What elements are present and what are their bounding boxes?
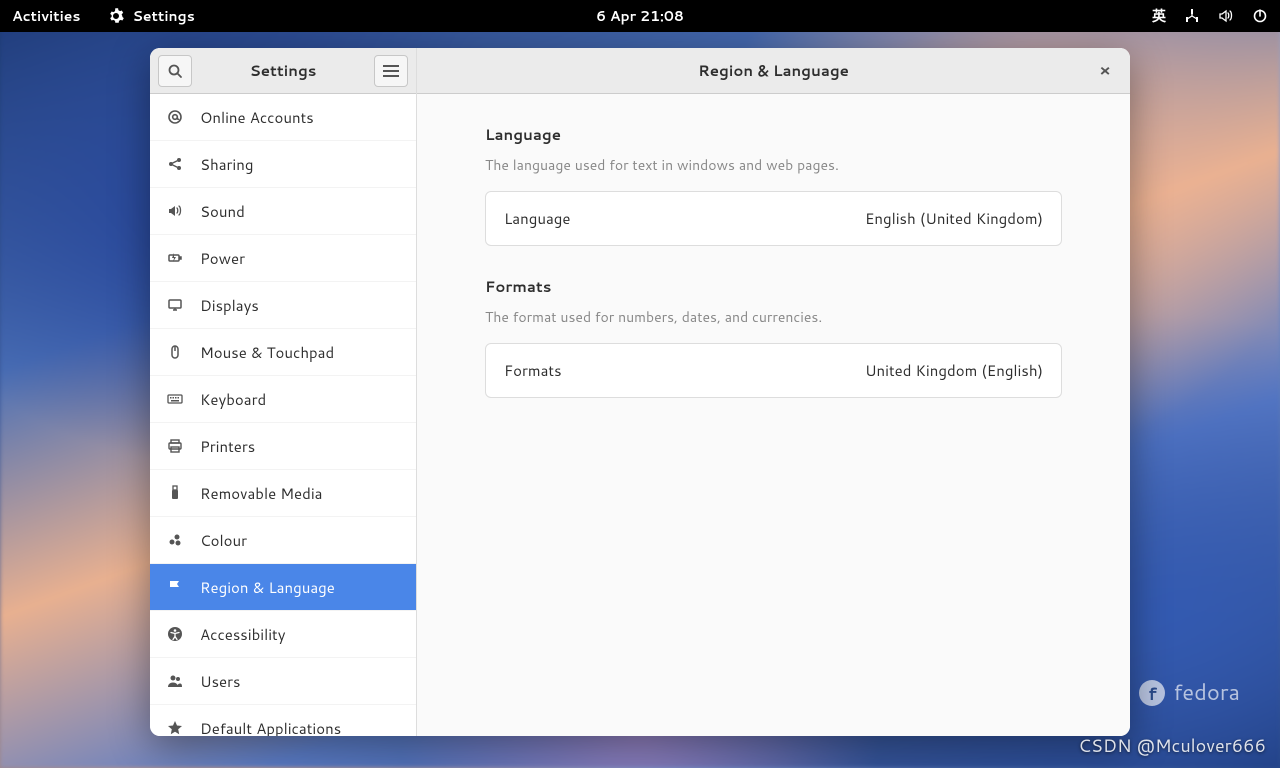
speaker-icon <box>166 202 184 220</box>
at-icon <box>166 108 184 126</box>
usb-icon <box>166 484 184 502</box>
language-heading: Language <box>485 124 1062 145</box>
sidebar-item-sound[interactable]: Sound <box>150 188 416 235</box>
sidebar-item-sharing[interactable]: Sharing <box>150 141 416 188</box>
sidebar-item-keyboard[interactable]: Keyboard <box>150 376 416 423</box>
sidebar-item-users[interactable]: Users <box>150 658 416 705</box>
sidebar-header: Settings <box>150 48 416 94</box>
formats-row[interactable]: Formats United Kingdom (English) <box>485 343 1062 398</box>
network-icon[interactable] <box>1184 8 1200 24</box>
language-row-value: English (United Kingdom) <box>865 208 1043 229</box>
sidebar-item-mouse-touchpad[interactable]: Mouse & Touchpad <box>150 329 416 376</box>
accessibility-icon <box>166 625 184 643</box>
watermark: CSDN @Mculover666 <box>1078 732 1266 758</box>
sidebar-item-label: Region & Language <box>200 577 335 598</box>
formats-row-value: United Kingdom (English) <box>865 360 1043 381</box>
sidebar-item-printers[interactable]: Printers <box>150 423 416 470</box>
settings-window: Settings Online Accounts Sharing Sound Powe… <box>150 48 1130 736</box>
formats-description: The format used for numbers, dates, and … <box>485 307 1062 327</box>
sidebar-item-removable-media[interactable]: Removable Media <box>150 470 416 517</box>
hamburger-menu-button[interactable] <box>374 55 408 87</box>
sidebar-item-region-language[interactable]: Region & Language <box>150 564 416 611</box>
sidebar-item-online-accounts[interactable]: Online Accounts <box>150 94 416 141</box>
activities-button[interactable]: Activities <box>12 6 80 26</box>
language-row-label: Language <box>504 208 571 229</box>
language-description: The language used for text in windows an… <box>485 155 1062 175</box>
sidebar-item-label: Sound <box>200 201 245 222</box>
users-icon <box>166 672 184 690</box>
current-app-label: Settings <box>132 6 194 26</box>
formats-row-label: Formats <box>504 360 562 381</box>
sidebar-item-label: Users <box>200 671 240 692</box>
settings-sidebar: Settings Online Accounts Sharing Sound Powe… <box>150 48 417 736</box>
display-icon <box>166 296 184 314</box>
sidebar-item-label: Default Applications <box>200 718 341 737</box>
content-body: Language The language used for text in w… <box>417 94 1130 736</box>
sidebar-item-power[interactable]: Power <box>150 235 416 282</box>
mouse-icon <box>166 343 184 361</box>
search-button[interactable] <box>158 55 192 87</box>
sidebar-item-label: Online Accounts <box>200 107 314 128</box>
language-section: Language The language used for text in w… <box>485 124 1062 246</box>
flag-icon <box>166 578 184 596</box>
sidebar-title: Settings <box>200 60 366 81</box>
fedora-logo: f fedora <box>1139 677 1240 708</box>
top-bar: Activities Settings 6 Apr 21:08 英 <box>0 0 1280 32</box>
clock[interactable]: 6 Apr 21:08 <box>596 6 684 26</box>
content-header: Region & Language × <box>417 48 1130 94</box>
sidebar-item-label: Keyboard <box>200 389 266 410</box>
sidebar-item-default-apps[interactable]: Default Applications <box>150 705 416 736</box>
sidebar-item-label: Accessibility <box>200 624 286 645</box>
sidebar-item-displays[interactable]: Displays <box>150 282 416 329</box>
close-button[interactable]: × <box>1092 58 1118 84</box>
fedora-label: fedora <box>1173 677 1240 708</box>
star-icon <box>166 719 184 736</box>
sidebar-item-label: Printers <box>200 436 255 457</box>
current-app-indicator[interactable]: Settings <box>108 6 194 26</box>
sidebar-item-label: Mouse & Touchpad <box>200 342 334 363</box>
fedora-icon: f <box>1139 680 1165 706</box>
sidebar-item-label: Power <box>200 248 245 269</box>
sidebar-item-colour[interactable]: Colour <box>150 517 416 564</box>
battery-icon <box>166 249 184 267</box>
volume-icon[interactable] <box>1218 8 1234 24</box>
power-icon[interactable] <box>1252 8 1268 24</box>
ime-indicator[interactable]: 英 <box>1152 6 1166 26</box>
sidebar-item-label: Sharing <box>200 154 253 175</box>
formats-heading: Formats <box>485 276 1062 297</box>
sidebar-list[interactable]: Online Accounts Sharing Sound Power Displays… <box>150 94 416 736</box>
content-pane: Region & Language × Language The languag… <box>417 48 1130 736</box>
keyboard-icon <box>166 390 184 408</box>
gear-icon <box>108 8 124 24</box>
printer-icon <box>166 437 184 455</box>
sidebar-item-accessibility[interactable]: Accessibility <box>150 611 416 658</box>
language-row[interactable]: Language English (United Kingdom) <box>485 191 1062 246</box>
palette-icon <box>166 531 184 549</box>
content-title: Region & Language <box>698 60 849 81</box>
sidebar-item-label: Colour <box>200 530 247 551</box>
sidebar-item-label: Displays <box>200 295 259 316</box>
sidebar-item-label: Removable Media <box>200 483 322 504</box>
share-icon <box>166 155 184 173</box>
formats-section: Formats The format used for numbers, dat… <box>485 276 1062 398</box>
